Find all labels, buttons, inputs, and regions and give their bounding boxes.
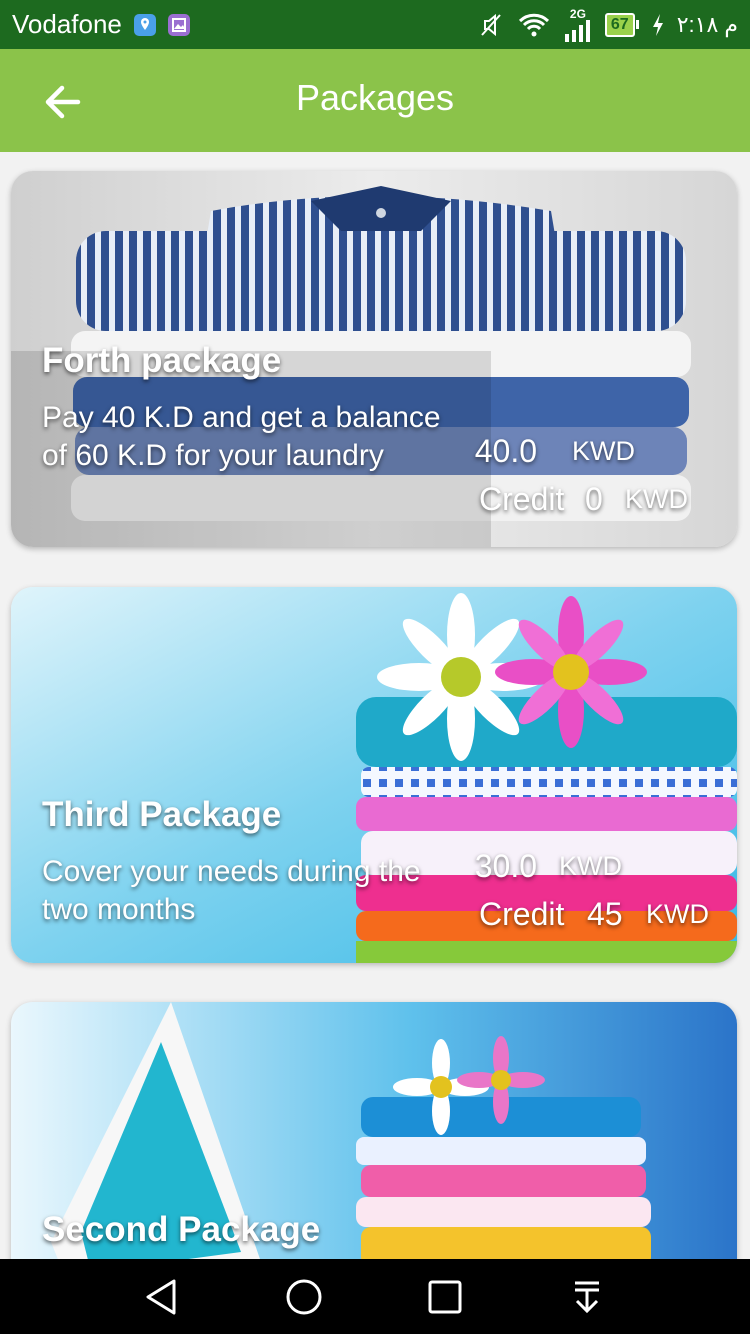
nav-home-button[interactable]	[280, 1273, 328, 1321]
carrier-name: Vodafone	[12, 9, 122, 39]
mute-icon	[481, 13, 501, 36]
signal-icon	[564, 19, 590, 42]
signal-indicator: 2G	[563, 8, 593, 42]
package-card-forth[interactable]: Forth package Pay 40 K.D and get a balan…	[11, 171, 737, 547]
package-name: Second Package	[42, 1210, 321, 1249]
package-card-third[interactable]: Third Package Cover your needs during th…	[11, 587, 737, 963]
battery-tip	[635, 20, 639, 29]
home-circle-icon	[286, 1279, 322, 1315]
wifi-icon	[518, 13, 549, 36]
package-price-currency: KWD	[559, 851, 622, 881]
package-description: Cover your needs during the two months	[42, 855, 421, 926]
credit-value: 0	[585, 481, 603, 517]
recents-square-icon	[428, 1280, 462, 1314]
notification-pull-icon	[575, 1281, 599, 1314]
back-triangle-icon	[146, 1279, 176, 1315]
package-name: Forth package	[42, 341, 282, 380]
nav-notification-button[interactable]	[563, 1273, 611, 1321]
package-description: Pay 40 K.D and get a balance of 60 K.D f…	[42, 401, 441, 472]
nav-back-button[interactable]	[138, 1273, 186, 1321]
clock: م ٢:١٨	[676, 11, 738, 37]
charging-icon	[652, 13, 663, 36]
credit-label: Credit	[479, 896, 565, 932]
page-title: Packages	[295, 77, 455, 118]
gallery-icon	[167, 13, 190, 36]
battery-icon: 67	[604, 12, 639, 37]
battery-level: 67	[604, 12, 635, 37]
status-bar: Vodafone 2G 67 م ٢:١٨	[0, 0, 750, 49]
package-price: 30.0	[474, 848, 537, 884]
credit-label: Credit	[479, 481, 565, 517]
package-list[interactable]: Forth package Pay 40 K.D and get a balan…	[0, 152, 750, 1259]
package-card-second[interactable]: Second Package	[11, 1002, 737, 1259]
package-name: Third Package	[42, 795, 282, 834]
package-price-currency: KWD	[572, 436, 635, 466]
network-type: 2G	[569, 6, 586, 21]
credit-currency: KWD	[625, 484, 688, 514]
status-icons: 2G 67 م ٢:١٨	[477, 8, 738, 42]
credit-value: 45	[587, 896, 623, 932]
package-price: 40.0	[474, 433, 537, 469]
credit-currency: KWD	[646, 899, 709, 929]
app-bar: Packages	[0, 49, 750, 152]
location-icon	[133, 13, 156, 36]
nav-recents-button[interactable]	[421, 1273, 469, 1321]
system-nav-bar	[0, 1259, 750, 1334]
